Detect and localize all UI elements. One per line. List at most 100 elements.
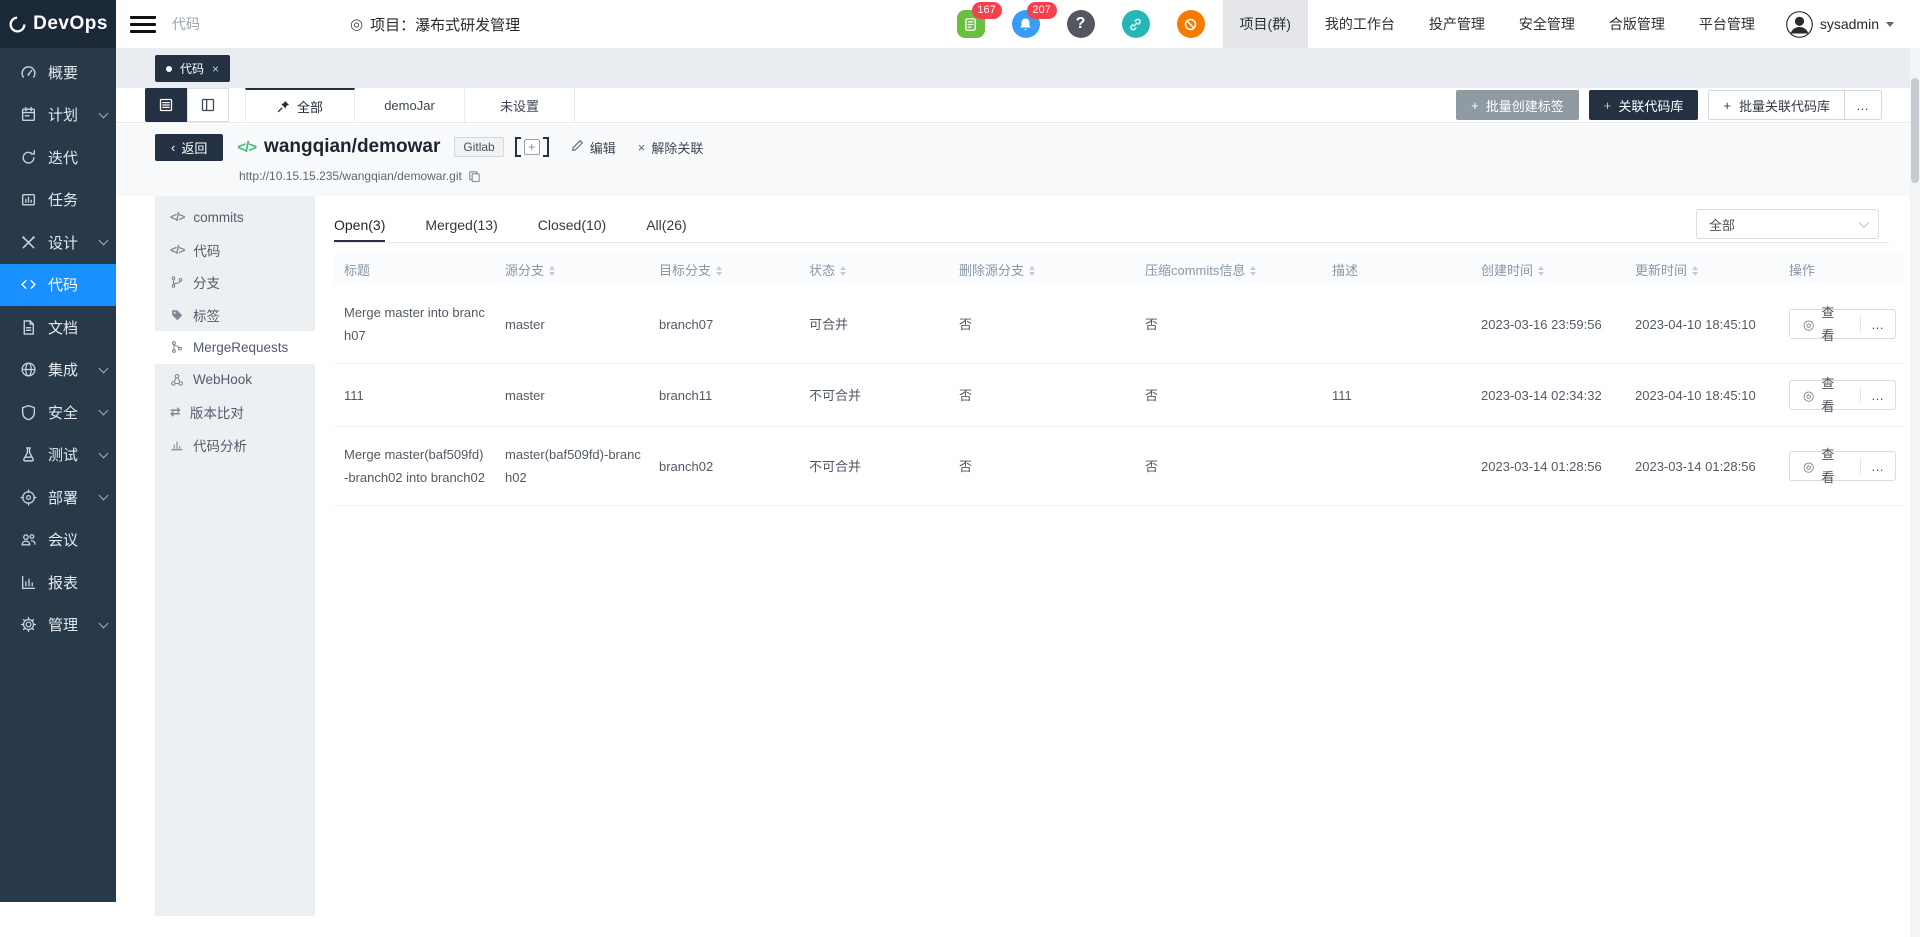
- notifications-button[interactable]: 207: [1012, 10, 1040, 38]
- topnav-security[interactable]: 安全管理: [1502, 0, 1592, 48]
- share-link-button[interactable]: [1122, 10, 1150, 38]
- cell-status: 不可合并: [799, 364, 949, 427]
- sidebar-item-code[interactable]: 代码: [0, 264, 116, 307]
- watch-eye-icon: ◎: [350, 15, 363, 33]
- repo-menu-mergerequests[interactable]: MergeRequests: [155, 331, 315, 364]
- sidebar-item-overview[interactable]: 概要: [0, 51, 116, 94]
- view-button[interactable]: ◎查看: [1790, 301, 1860, 347]
- sort-icon[interactable]: [716, 266, 722, 276]
- sort-icon[interactable]: [549, 266, 555, 276]
- merge-icon: [170, 340, 184, 354]
- sidebar-item-document[interactable]: 文档: [0, 306, 116, 349]
- topnav-workbench[interactable]: 我的工作台: [1308, 0, 1412, 48]
- card-view-button[interactable]: [187, 88, 229, 122]
- cell-delete-source: 否: [949, 364, 1135, 427]
- meeting-icon: [20, 531, 37, 548]
- col-source-branch[interactable]: 源分支: [495, 253, 649, 285]
- batch-link-repo-button[interactable]: + 批量关联代码库: [1709, 91, 1844, 119]
- table-row: 111 master branch11 不可合并 否 否 111 2023-03…: [334, 364, 1904, 427]
- repo-tab-all[interactable]: 全部: [245, 88, 355, 122]
- close-icon[interactable]: ×: [212, 62, 219, 76]
- add-tag-bracket-button[interactable]: +: [515, 137, 549, 157]
- todo-button[interactable]: 167: [957, 10, 985, 38]
- topnav-release[interactable]: 合版管理: [1592, 0, 1682, 48]
- repo-menu-version-compare[interactable]: ⇄ 版本比对: [155, 396, 315, 429]
- row-more-button[interactable]: …: [1861, 455, 1895, 478]
- repo-tab-demojar[interactable]: demoJar: [355, 88, 465, 122]
- scrollbar-thumb[interactable]: [1911, 78, 1919, 183]
- page-tab-code[interactable]: 代码 ×: [155, 55, 230, 82]
- list-view-button[interactable]: [145, 88, 187, 122]
- sidebar: 概要 计划 迭代 任务 设计 代码 文档 集成: [0, 48, 116, 902]
- repo-menu-commits[interactable]: </> commits: [155, 201, 315, 234]
- edit-repo-link[interactable]: 编辑: [571, 138, 616, 157]
- cell-source: master(baf509fd)-branch02: [495, 427, 649, 506]
- sort-icon[interactable]: [840, 266, 846, 276]
- batch-create-tag-button[interactable]: + 批量创建标签: [1456, 90, 1579, 120]
- col-target-branch[interactable]: 目标分支: [649, 253, 799, 285]
- view-button[interactable]: ◎查看: [1790, 372, 1860, 418]
- sidebar-item-report[interactable]: 报表: [0, 561, 116, 604]
- sort-icon[interactable]: [1538, 266, 1544, 276]
- sidebar-item-plan[interactable]: 计划: [0, 94, 116, 137]
- avatar: [1786, 11, 1813, 38]
- col-created[interactable]: 创建时间: [1471, 253, 1625, 285]
- cell-target: branch11: [649, 364, 799, 427]
- row-more-button[interactable]: …: [1861, 313, 1895, 336]
- topnav-production[interactable]: 投产管理: [1412, 0, 1502, 48]
- sort-icon[interactable]: [1029, 266, 1035, 276]
- branch-filter-select[interactable]: 全部: [1696, 209, 1879, 239]
- mr-tab-all[interactable]: All(26): [646, 209, 686, 242]
- topnav-projects[interactable]: 项目(群): [1223, 0, 1308, 48]
- copy-icon[interactable]: [468, 170, 481, 183]
- more-actions-button[interactable]: …: [1845, 98, 1881, 113]
- help-button[interactable]: ?: [1067, 10, 1095, 38]
- row-more-button[interactable]: …: [1861, 384, 1895, 407]
- repo-menu-branches[interactable]: 分支: [155, 266, 315, 299]
- mr-tab-open[interactable]: Open(3): [334, 209, 385, 242]
- document-icon: [20, 319, 37, 336]
- repo-menu-code[interactable]: </> 代码: [155, 234, 315, 267]
- repo-menu-code-analysis[interactable]: 代码分析: [155, 429, 315, 462]
- sidebar-item-task[interactable]: 任务: [0, 179, 116, 222]
- sort-icon[interactable]: [1692, 266, 1698, 276]
- user-menu[interactable]: sysadmin: [1786, 11, 1894, 38]
- analysis-icon: [170, 438, 184, 452]
- link-repo-button[interactable]: + 关联代码库: [1589, 90, 1699, 120]
- sort-icon[interactable]: [1250, 266, 1256, 276]
- view-button[interactable]: ◎查看: [1790, 443, 1860, 489]
- hamburger-menu-icon[interactable]: [130, 11, 156, 37]
- sidebar-item-manage[interactable]: 管理: [0, 604, 116, 647]
- mr-tab-merged[interactable]: Merged(13): [425, 209, 497, 242]
- cell-squash: 否: [1135, 427, 1322, 506]
- unlink-repo-link[interactable]: × 解除关联: [638, 138, 704, 157]
- cell-updated: 2023-03-14 01:28:56: [1625, 427, 1779, 506]
- cell-delete-source: 否: [949, 285, 1135, 364]
- repo-menu: </> commits </> 代码 分支 标签 MergeRequests W…: [155, 196, 315, 916]
- plus-icon: +: [1723, 98, 1731, 113]
- col-updated[interactable]: 更新时间: [1625, 253, 1779, 285]
- sidebar-item-meeting[interactable]: 会议: [0, 519, 116, 562]
- sidebar-item-iteration[interactable]: 迭代: [0, 136, 116, 179]
- repo-group-tabs: 全部 demoJar 未设置: [245, 88, 575, 122]
- toolbar: 全部 demoJar 未设置 + 批量创建标签 + 关联代码库 + 批量关联代码…: [116, 88, 1920, 123]
- blocklist-button[interactable]: [1177, 10, 1205, 38]
- repo-menu-tags[interactable]: 标签: [155, 299, 315, 332]
- mr-tab-closed[interactable]: Closed(10): [538, 209, 606, 242]
- sidebar-item-deploy[interactable]: 部署: [0, 476, 116, 519]
- col-delete-source[interactable]: 删除源分支: [949, 253, 1135, 285]
- code-icon: </>: [237, 139, 256, 156]
- sidebar-item-security[interactable]: 安全: [0, 391, 116, 434]
- repo-tab-unset[interactable]: 未设置: [465, 88, 575, 122]
- sidebar-item-test[interactable]: 测试: [0, 434, 116, 477]
- col-status[interactable]: 状态: [799, 253, 949, 285]
- topbar-right: 167 207 ?: [957, 0, 1894, 48]
- topnav-platform[interactable]: 平台管理: [1682, 0, 1772, 48]
- col-squash-commits[interactable]: 压缩commits信息: [1135, 253, 1322, 285]
- repo-menu-webhook[interactable]: WebHook: [155, 364, 315, 397]
- sidebar-item-design[interactable]: 设计: [0, 221, 116, 264]
- sidebar-item-integration[interactable]: 集成: [0, 349, 116, 392]
- mr-tabs: Open(3) Merged(13) Closed(10) All(26) 全部: [334, 209, 1889, 243]
- code-icon: </>: [170, 243, 184, 257]
- back-button[interactable]: ‹ 返回: [155, 134, 223, 161]
